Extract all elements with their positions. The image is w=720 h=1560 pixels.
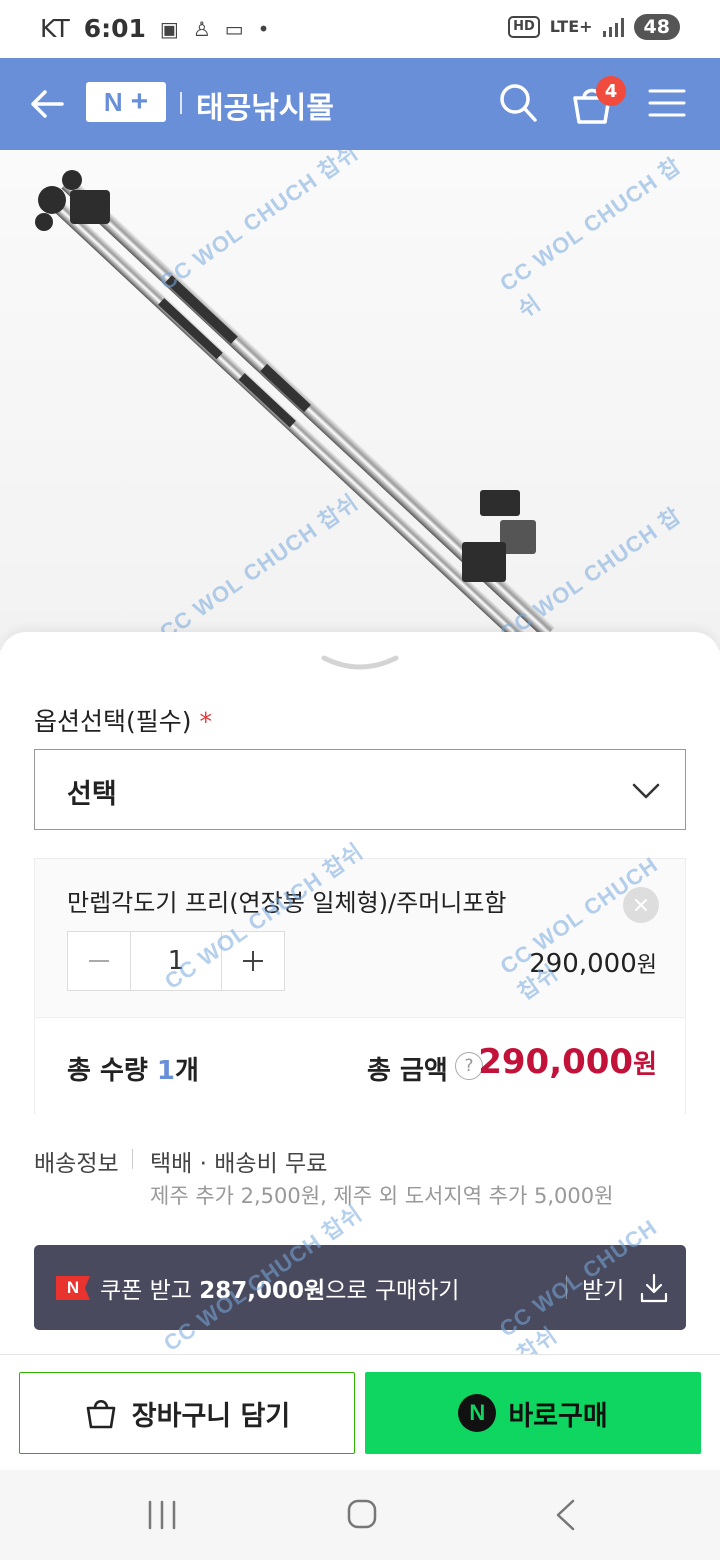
total-quantity-label: 총 수량 [67,1056,148,1086]
required-mark: * [199,707,213,736]
total-amount: 290,000원 [478,1042,657,1082]
option-title-text: 옵션선택(필수) [34,707,192,736]
cart-count-badge: 4 [596,76,626,106]
shipping-divider [132,1149,133,1169]
product-image: CC WOL CHUCH 찹쉬 CC WOL CHUCH 찹쉬 CC WOL C… [0,150,720,650]
status-bar: KT 6:01 ▣ ♙ ▭ • HD LTE+ 48 [0,0,720,58]
totals-row: 총 수량 1개 총 금액 ? 290,000원 [35,1017,685,1114]
logo-plus: + [130,85,149,118]
total-quantity-value: 1 [156,1056,175,1086]
dot-icon: • [257,16,270,41]
battery-icon: 48 [633,14,680,40]
search-icon[interactable] [498,82,538,124]
purchase-action-bar: 장바구니 담기 N 바로구매 [0,1354,720,1470]
hd-icon: HD [508,16,540,38]
total-amount-unit: 원 [633,1050,657,1080]
shipping-method: 택배 · 배송비 무료 [150,1151,328,1177]
decrease-quantity-button[interactable] [68,932,130,990]
plus-icon [243,951,263,971]
app-header: N + 태공낚시몰 4 [0,58,720,150]
back-arrow-icon[interactable] [28,84,68,124]
logo-n: N [103,86,123,117]
header-divider [180,92,182,114]
recent-apps-icon[interactable] [146,1500,178,1530]
voicemail-icon: ▭ [224,16,244,41]
shipping-extra-fee: 제주 추가 2,500원, 제주 외 도서지역 추가 5,000원 [150,1184,614,1208]
add-to-cart-button[interactable]: 장바구니 담기 [19,1372,355,1454]
back-nav-icon[interactable] [554,1498,576,1532]
carrier-label: KT [40,14,70,43]
minus-icon [89,960,109,962]
person-icon: ♙ [192,16,211,41]
shipping-info-label: 배송정보 [34,1151,119,1177]
status-right: HD LTE+ 48 [508,14,680,40]
collapse-handle-icon[interactable] [320,654,400,676]
gallery-icon: ▣ [159,16,179,41]
signal-icon [602,17,624,37]
naver-pay-icon: N [458,1394,497,1432]
selected-option-panel: 만렙각도기 프리(연장봉 일체형)/주머니포함 1 290,000원 총 수량 … [34,838,686,1114]
naver-plus-logo[interactable]: N + [86,82,166,122]
option-select-value: 선택 [67,779,117,810]
coupon-text-prefix: 쿠폰 받고 [100,1278,200,1304]
network-icon: LTE+ [549,17,593,36]
watermark: CC WOL CHUCH 찹쉬 [495,851,663,1005]
chevron-down-icon [632,783,660,799]
buy-now-button[interactable]: N 바로구매 [365,1372,701,1454]
buy-now-label: 바로구매 [508,1400,608,1432]
coupon-banner[interactable]: N 쿠폰 받고 287,000원으로 구매하기 받기 CC WOL CHUCH … [34,1200,686,1367]
naver-n-icon: N [56,1276,90,1300]
home-icon[interactable] [346,1498,378,1530]
system-navigation-bar [0,1470,720,1560]
coupon-text-suffix: 으로 구매하기 [325,1278,460,1304]
clock: 6:01 [83,14,146,43]
total-amount-label: 총 금액 [367,1056,448,1086]
add-to-cart-label: 장바구니 담기 [131,1400,291,1432]
option-price-unit: 원 [636,953,657,978]
store-name[interactable]: 태공낚시몰 [196,83,334,127]
total-quantity-unit: 개 [174,1056,199,1086]
option-sheet: 옵션선택(필수) * 선택 만렙각도기 프리(연장봉 일체형)/주머니포함 1 2… [0,632,720,1367]
status-left: KT 6:01 ▣ ♙ ▭ • [40,14,269,43]
shopping-bag-icon [86,1399,116,1429]
hamburger-menu-icon[interactable] [648,88,686,118]
option-select[interactable]: 선택 [34,749,686,830]
option-title: 옵션선택(필수) * [34,702,212,738]
total-amount-value: 290,000 [478,1042,634,1082]
total-quantity: 총 수량 1개 [67,1050,199,1087]
